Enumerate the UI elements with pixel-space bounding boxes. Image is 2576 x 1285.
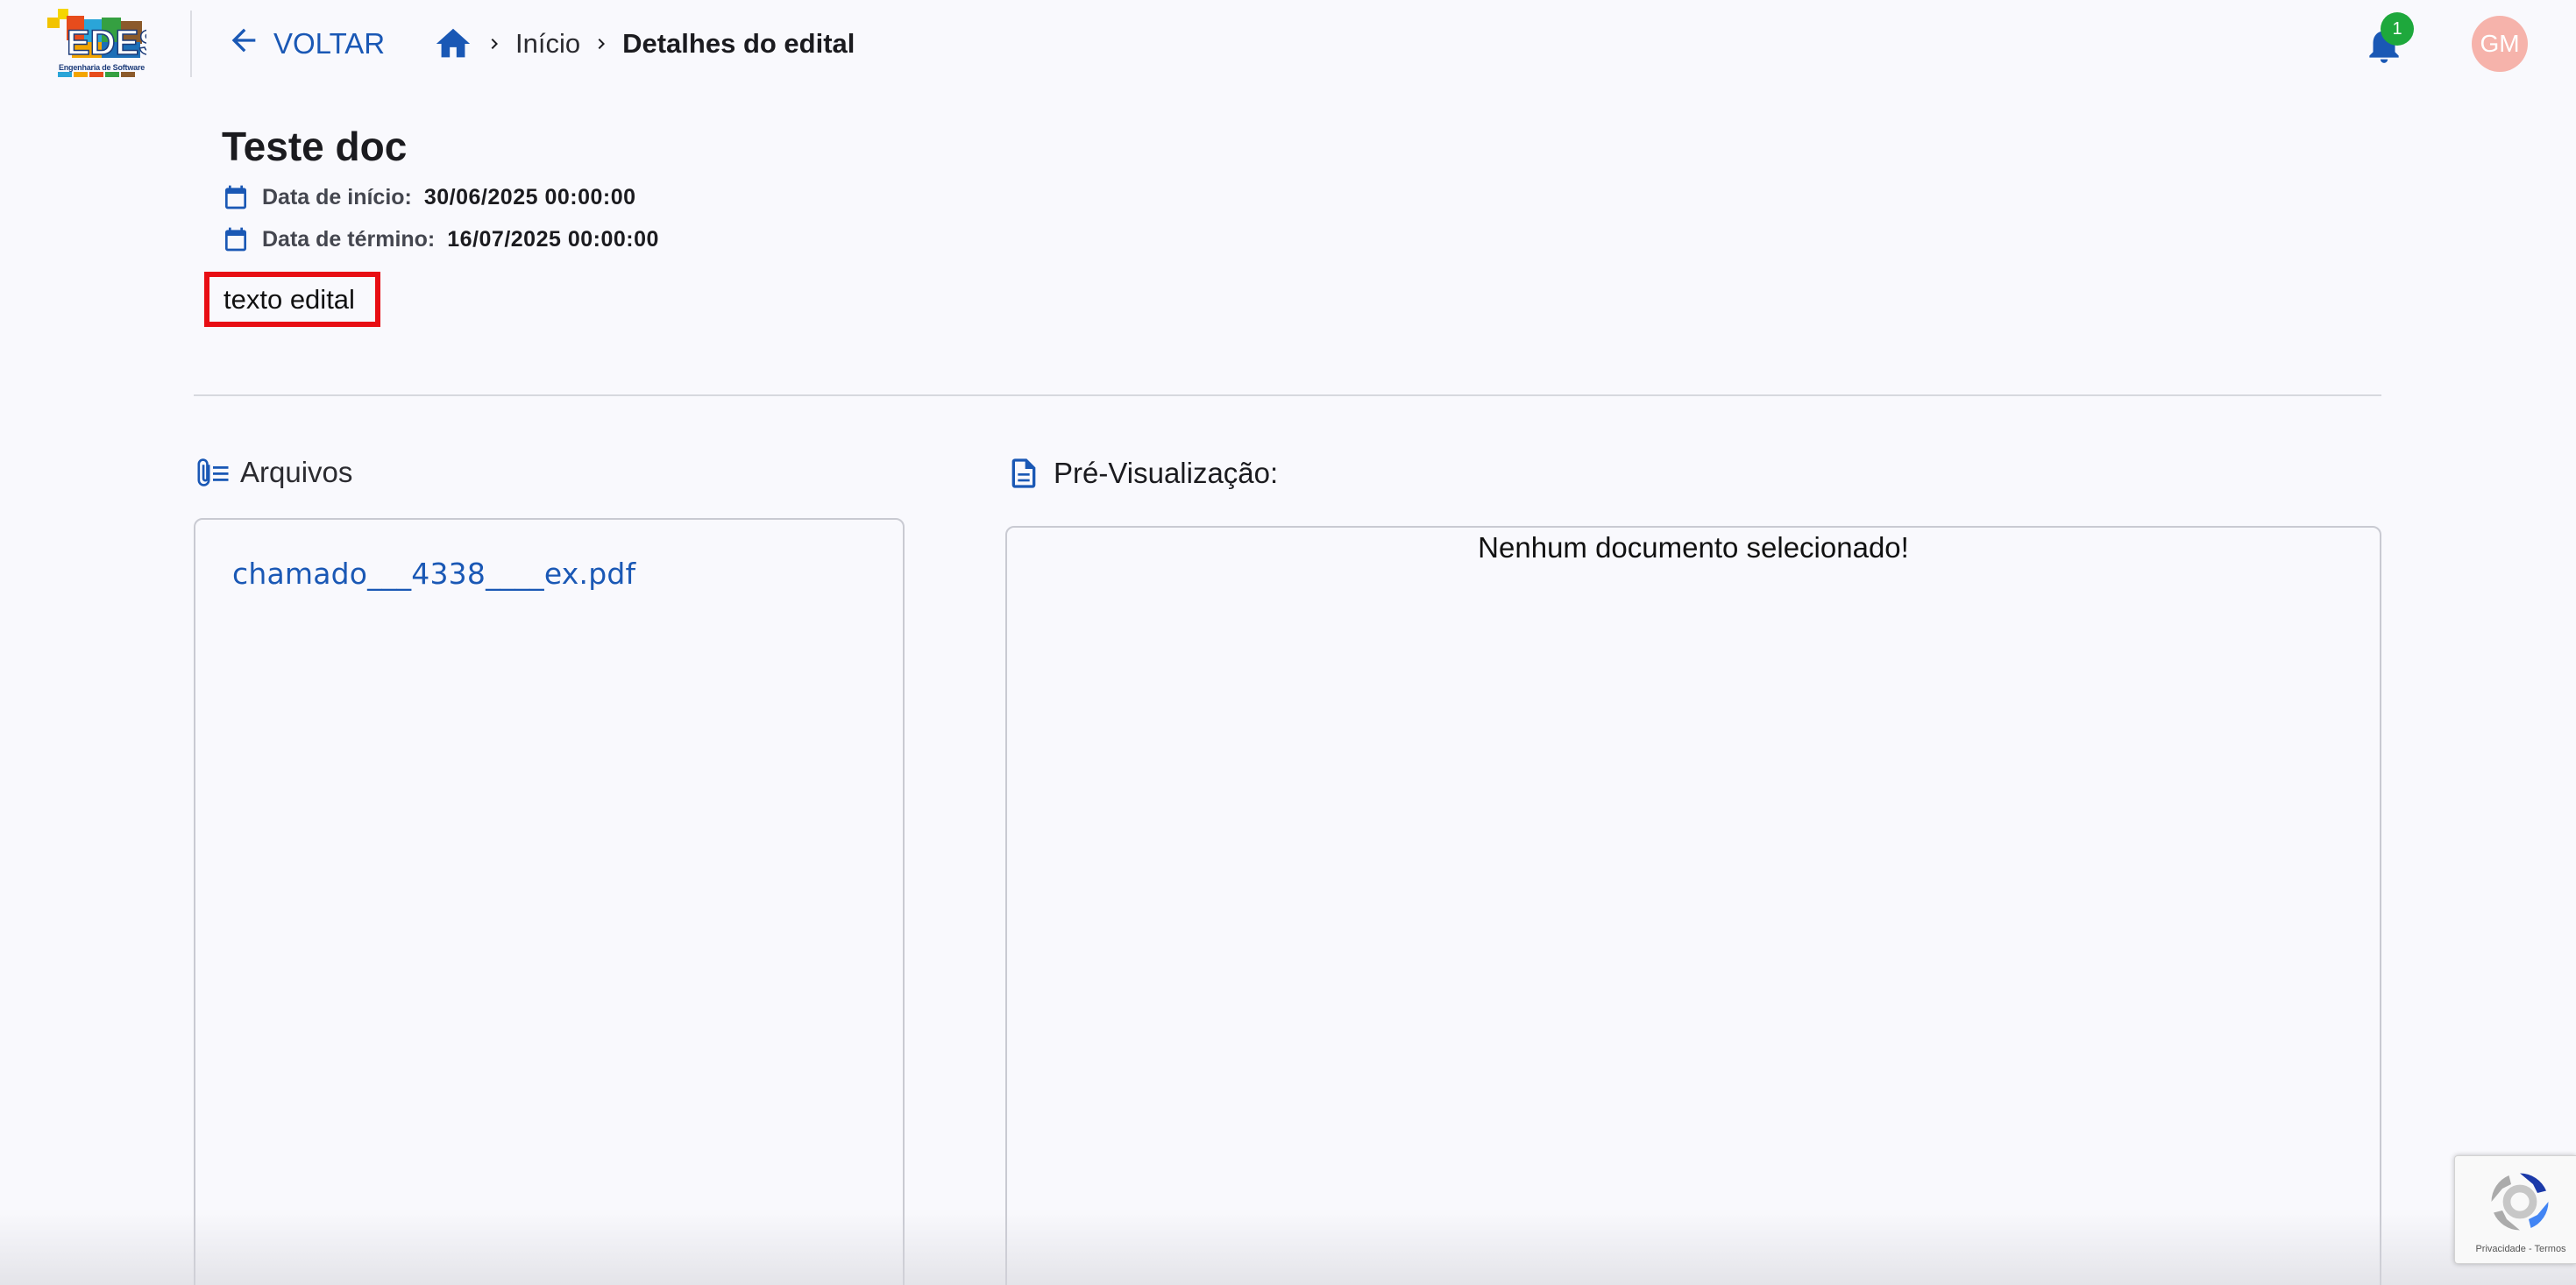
back-button[interactable]: VOLTAR (226, 21, 385, 67)
edital-title: Teste doc (222, 124, 408, 169)
files-heading: Arquivos (195, 454, 352, 491)
preview-empty-message: Nenhum documento selecionado! (1478, 531, 1909, 564)
start-date-value: 30/06/2025 00:00:00 (423, 184, 636, 209)
section-divider (194, 394, 2381, 396)
chevron-right-icon (591, 33, 612, 54)
user-avatar[interactable]: GM (2472, 16, 2528, 72)
recaptcha-badge[interactable]: Privacidade - Termos (2454, 1155, 2576, 1264)
files-list-panel: chamado___4338____ex.pdf (194, 518, 905, 1285)
calendar-icon (222, 224, 250, 254)
preview-heading-label: Pré-Visualização: (1054, 457, 1279, 489)
recaptcha-privacy-link[interactable]: Privacidade (2475, 1244, 2525, 1254)
attachment-list-icon (195, 454, 231, 491)
arrow-left-icon (226, 23, 261, 65)
files-heading-label: Arquivos (240, 456, 353, 488)
end-date-row: Data de término: 16/07/2025 00:00:00 (222, 224, 659, 254)
end-date-value: 16/07/2025 00:00:00 (447, 226, 659, 252)
document-icon (1006, 454, 1041, 493)
edital-description: texto edital (204, 272, 380, 327)
preview-heading: Pré-Visualização: (1006, 454, 1278, 493)
breadcrumb: Início Detalhes do edital (433, 21, 855, 67)
start-date-label: Data de início: (262, 184, 412, 209)
file-item-link[interactable]: chamado___4338____ex.pdf (232, 557, 635, 591)
breadcrumb-inicio[interactable]: Início (515, 28, 580, 60)
back-label: VOLTAR (273, 27, 386, 60)
recaptcha-terms-link[interactable]: Termos (2535, 1244, 2566, 1254)
start-date-row: Data de início: 30/06/2025 00:00:00 (222, 182, 636, 212)
recaptcha-links: Privacidade - Termos (2464, 1244, 2576, 1254)
notification-count-badge: 1 (2381, 12, 2414, 46)
calendar-icon (222, 182, 250, 212)
breadcrumb-current: Detalhes do edital (622, 28, 855, 59)
home-icon[interactable] (433, 24, 473, 64)
svg-text:EDES: EDES (67, 24, 146, 62)
logo-subtitle: Engenharia de Software (58, 63, 145, 72)
header-divider (190, 11, 192, 77)
document-preview-panel: Nenhum documento selecionado! (1005, 526, 2381, 1285)
chevron-right-icon (484, 33, 505, 54)
end-date-label: Data de término: (262, 226, 436, 252)
top-app-bar: EDES Engenharia de Software VOLTAR Iníci… (0, 0, 2576, 88)
recaptcha-separator: - (2525, 1244, 2535, 1254)
